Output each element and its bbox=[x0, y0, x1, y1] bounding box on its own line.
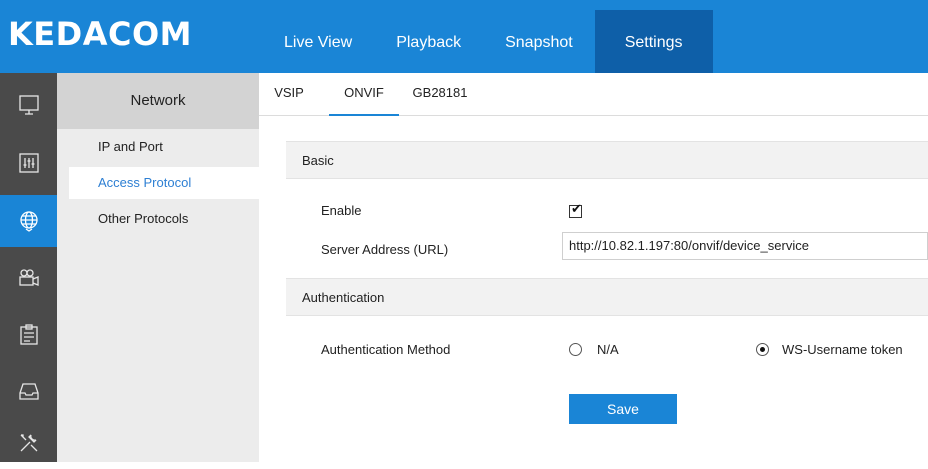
settings-subnav: Network IP and Port Access Protocol Othe… bbox=[57, 73, 259, 462]
subnav-item-ip-port[interactable]: IP and Port bbox=[69, 131, 259, 163]
server-address-label: Server Address (URL) bbox=[321, 242, 449, 257]
server-address-field[interactable]: http://10.82.1.197:80/onvif/device_servi… bbox=[562, 232, 928, 260]
monitor-icon bbox=[18, 95, 39, 115]
kedacom-logo: KEDACOM bbox=[8, 15, 193, 53]
section-authentication-header: Authentication bbox=[286, 278, 928, 316]
rail-item-tools[interactable] bbox=[0, 417, 57, 469]
tab-onvif[interactable]: ONVIF bbox=[329, 73, 399, 116]
top-header: KEDACOM Live View Playback Snapshot Sett… bbox=[0, 0, 928, 73]
nav-snapshot[interactable]: Snapshot bbox=[483, 10, 595, 73]
rail-item-sliders[interactable] bbox=[0, 137, 57, 189]
top-nav: Live View Playback Snapshot Settings bbox=[262, 10, 713, 73]
sliders-icon bbox=[18, 153, 39, 173]
tab-gb28181[interactable]: GB28181 bbox=[409, 73, 471, 116]
rail-item-network[interactable] bbox=[0, 195, 57, 247]
section-basic-header: Basic bbox=[286, 141, 928, 179]
enable-checkbox[interactable]: ✔ bbox=[569, 202, 582, 218]
icon-rail bbox=[0, 73, 57, 462]
auth-option-na-label[interactable]: N/A bbox=[597, 342, 619, 357]
subnav-title-network[interactable]: Network bbox=[57, 73, 259, 129]
rail-item-clipboard[interactable] bbox=[0, 309, 57, 361]
tab-vsip[interactable]: VSIP bbox=[270, 73, 308, 116]
checkmark-icon: ✔ bbox=[571, 202, 582, 217]
clipboard-icon bbox=[19, 324, 38, 345]
auth-option-ws-username-token-label[interactable]: WS-Username token bbox=[782, 342, 903, 357]
rail-item-storage[interactable] bbox=[0, 365, 57, 417]
auth-radio-na[interactable] bbox=[569, 343, 582, 356]
main-content: VSIP ONVIF GB28181 Basic Enable ✔ Server… bbox=[259, 73, 928, 462]
rail-item-camera[interactable] bbox=[0, 251, 57, 303]
globe-network-icon bbox=[19, 211, 38, 232]
save-button[interactable]: Save bbox=[569, 394, 677, 424]
nav-playback[interactable]: Playback bbox=[374, 10, 483, 73]
radio-selected-dot bbox=[760, 347, 765, 352]
camera-icon bbox=[18, 269, 39, 286]
auth-radio-ws-username-token[interactable] bbox=[756, 343, 769, 356]
nav-live-view[interactable]: Live View bbox=[262, 10, 374, 73]
protocol-tabs: VSIP ONVIF GB28181 bbox=[259, 73, 928, 116]
nav-settings[interactable]: Settings bbox=[594, 10, 713, 73]
subnav-item-other-protocols[interactable]: Other Protocols bbox=[69, 203, 259, 235]
subnav-item-access-protocol[interactable]: Access Protocol bbox=[69, 167, 259, 199]
rail-item-monitor[interactable] bbox=[0, 79, 57, 131]
tools-icon bbox=[20, 434, 37, 452]
storage-tray-icon bbox=[18, 383, 39, 400]
auth-method-label: Authentication Method bbox=[321, 342, 451, 357]
enable-label: Enable bbox=[321, 203, 362, 218]
